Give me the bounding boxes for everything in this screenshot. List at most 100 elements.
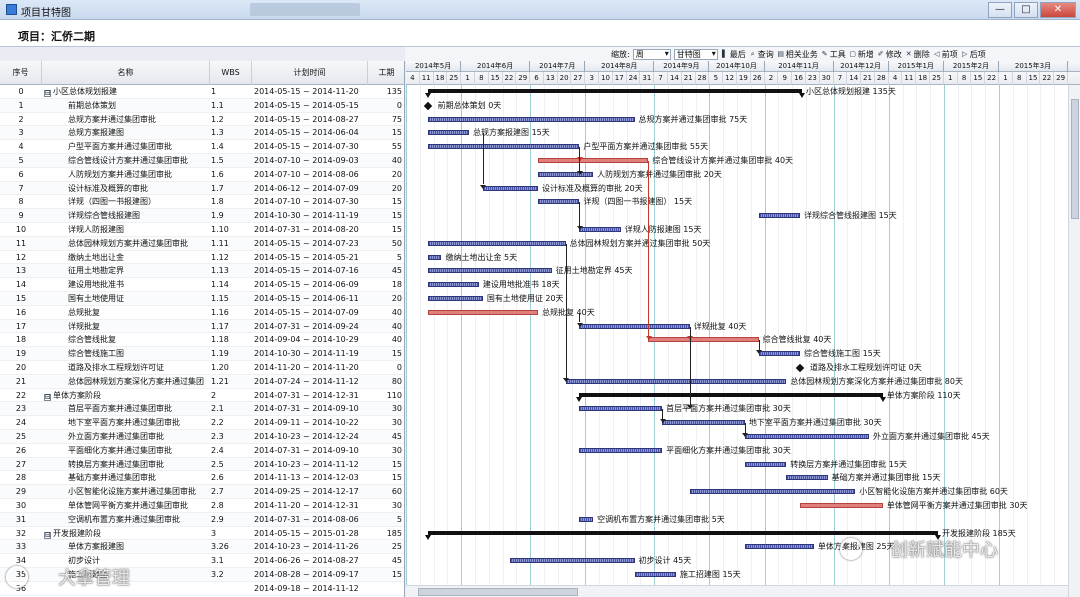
- critical-task-bar[interactable]: [648, 337, 759, 343]
- dependency-arrow: [576, 322, 583, 327]
- table-row[interactable]: 14 建设用地批准书 1.14 2014-05-15 ~ 2014-06-09 18: [0, 278, 404, 292]
- task-bar[interactable]: [786, 475, 828, 481]
- table-row[interactable]: 32 ⊟ 开发报建阶段 3 2014-05-15 ~ 2015-01-28 185: [0, 527, 404, 541]
- last-button[interactable]: ▌ 最后: [721, 49, 746, 60]
- task-bar[interactable]: [482, 185, 538, 191]
- minimize-button[interactable]: —: [988, 2, 1012, 18]
- col-header-wbs[interactable]: WBS: [210, 61, 252, 85]
- col-header-name[interactable]: 名称: [42, 61, 210, 85]
- task-bar[interactable]: [427, 254, 442, 260]
- delete-button[interactable]: ✕ 删除: [905, 49, 930, 60]
- task-bar[interactable]: [579, 323, 690, 329]
- task-bar[interactable]: [744, 544, 814, 550]
- collapse-toggle-icon[interactable]: ⊟: [44, 393, 51, 401]
- table-row[interactable]: 13 征用土地勘定界 1.13 2014-05-15 ~ 2014-07-16 45: [0, 264, 404, 279]
- summary-bar[interactable]: [427, 530, 938, 535]
- table-row[interactable]: 11 总体园林规划方案并通过集团审批 1.11 2014-05-15 ~ 2014-0…: [0, 236, 404, 251]
- col-header-time[interactable]: 计划时间: [252, 61, 368, 85]
- horizontal-scroll-thumb[interactable]: [418, 588, 578, 596]
- table-row[interactable]: 33 单体方案报建图 3.26 2014-10-23 ~ 2014-11-26 25: [0, 540, 404, 555]
- tools-button[interactable]: ✎ 工具: [821, 49, 846, 60]
- table-row[interactable]: 28 基础方案并通过集团审批 2.6 2014-11-13 ~ 2014-12-03 1…: [0, 471, 404, 486]
- table-row[interactable]: 7 设计标准及概算的审批 1.7 2014-06-12 ~ 2014-07-09 20: [0, 181, 404, 196]
- milestone-marker[interactable]: [423, 101, 432, 110]
- table-row[interactable]: 21 总体园林规划方案深化方案并通过集团 1.21 2014-07-24 ~ 2014…: [0, 374, 404, 389]
- table-row[interactable]: 4 户型平面方案并通过集团审批 1.4 2014-05-15 ~ 2014-07-30…: [0, 140, 404, 154]
- task-bar[interactable]: [758, 213, 801, 219]
- view-select[interactable]: 甘特图: [673, 48, 718, 60]
- prev-icon: ◁: [934, 50, 940, 58]
- edit-button[interactable]: ✐ 修改: [877, 49, 902, 60]
- table-row[interactable]: 15 国有土地使用证 1.15 2014-05-15 ~ 2014-06-11 20: [0, 292, 404, 306]
- task-bar[interactable]: [427, 240, 566, 246]
- task-bar[interactable]: [427, 295, 483, 301]
- task-bar[interactable]: [689, 489, 856, 495]
- task-bar[interactable]: [579, 406, 663, 412]
- task-bar[interactable]: [427, 130, 470, 136]
- add-button[interactable]: ▢ 新增: [849, 49, 873, 60]
- close-button[interactable]: ✕: [1040, 2, 1076, 18]
- table-row[interactable]: 19 综合管线施工图 1.19 2014-10-30 ~ 2014-11-19 15: [0, 347, 404, 361]
- critical-task-bar[interactable]: [538, 157, 649, 163]
- table-row[interactable]: 26 平面细化方案并通过集团审批 2.4 2014-07-31 ~ 2014-09-1…: [0, 444, 404, 458]
- table-row[interactable]: 12 缴纳土地出让金 1.12 2014-05-15 ~ 2014-05-21 5: [0, 251, 404, 265]
- table-row[interactable]: 1 前期总体策划 1.1 2014-05-15 ~ 2014-05-15 0: [0, 98, 404, 113]
- task-bar[interactable]: [579, 226, 621, 232]
- related-business-button[interactable]: ▤ 相关业务: [777, 49, 817, 60]
- table-row[interactable]: 27 转换层方案并通过集团审批 2.5 2014-10-23 ~ 2014-11-12…: [0, 457, 404, 472]
- table-row[interactable]: 24 地下室平面方案并通过集团审批 2.2 2014-09-11 ~ 2014-10-…: [0, 416, 404, 430]
- next-button[interactable]: ▷ 后项: [961, 49, 986, 60]
- task-bar[interactable]: [510, 558, 635, 564]
- table-row[interactable]: 0 ⊟ 小区总体规划报建 1 2014-05-15 ~ 2014-11-20 135: [0, 85, 404, 99]
- task-bar[interactable]: [538, 171, 594, 177]
- task-bar[interactable]: [427, 282, 479, 288]
- table-row[interactable]: 16 总规批复 1.16 2014-05-15 ~ 2014-07-09 40: [0, 306, 404, 320]
- maximize-button[interactable]: □: [1014, 2, 1038, 18]
- table-row[interactable]: 30 单体管网平衡方案并通过集团审批 2.8 2014-11-20 ~ 2014-12…: [0, 499, 404, 513]
- table-row[interactable]: 2 总规方案并通过集团审批 1.2 2014-05-15 ~ 2014-08-27 75: [0, 113, 404, 127]
- table-row[interactable]: 6 人防规划方案并通过集团审批 1.6 2014-07-10 ~ 2014-08-06…: [0, 168, 404, 182]
- task-bar[interactable]: [744, 461, 787, 467]
- milestone-marker[interactable]: [795, 363, 805, 373]
- task-bar[interactable]: [565, 378, 787, 384]
- table-row[interactable]: 5 综合管线设计方案并通过集团审批 1.5 2014-07-10 ~ 2014-09-…: [0, 154, 404, 168]
- collapse-toggle-icon[interactable]: ⊟: [44, 531, 51, 539]
- critical-task-bar[interactable]: [800, 502, 883, 508]
- query-button[interactable]: ⌕ 查询: [749, 49, 774, 60]
- task-bar[interactable]: [744, 433, 869, 439]
- table-row[interactable]: 10 详规人防报建图 1.10 2014-07-31 ~ 2014-08-20 15: [0, 223, 404, 237]
- week-label: 21: [861, 72, 875, 85]
- vertical-scrollbar[interactable]: [1068, 85, 1080, 597]
- task-bar[interactable]: [662, 420, 745, 426]
- table-row[interactable]: 8 详规（四图一书报建图） 1.8 2014-07-10 ~ 2014-07-30 15: [0, 195, 404, 210]
- col-header-days[interactable]: 工期: [368, 61, 404, 85]
- task-bar[interactable]: [427, 268, 552, 274]
- task-bar[interactable]: [579, 447, 663, 453]
- col-header-no[interactable]: 序号: [0, 61, 42, 85]
- vertical-scroll-thumb[interactable]: [1071, 99, 1079, 219]
- table-row[interactable]: 20 道路及排水工程规划许可证 1.20 2014-11-20 ~ 2014-11-2…: [0, 361, 404, 375]
- cell-plan-time: 2014-07-31 ~ 2014-09-10: [254, 445, 359, 455]
- critical-task-bar[interactable]: [427, 309, 538, 315]
- task-bar[interactable]: [758, 351, 801, 357]
- table-row[interactable]: 25 外立面方案并通过集团审批 2.3 2014-10-23 ~ 2014-12-24…: [0, 430, 404, 444]
- table-row[interactable]: 9 详规综合管线报建图 1.9 2014-10-30 ~ 2014-11-19 15: [0, 209, 404, 223]
- zoom-select[interactable]: 周: [632, 48, 671, 60]
- summary-bar[interactable]: [579, 392, 883, 397]
- table-row[interactable]: 31 空调机布置方案并通过集团审批 2.9 2014-07-31 ~ 2014-08-…: [0, 512, 404, 527]
- task-bar[interactable]: [634, 571, 676, 577]
- table-row[interactable]: 17 详规批复 1.17 2014-07-31 ~ 2014-09-24 40: [0, 319, 404, 334]
- task-bar[interactable]: [427, 144, 580, 150]
- task-bar[interactable]: [579, 516, 594, 522]
- table-row[interactable]: 22 ⊟ 单体方案阶段 2 2014-07-31 ~ 2014-12-31 110: [0, 389, 404, 403]
- task-bar[interactable]: [538, 199, 580, 205]
- table-row[interactable]: 3 总规方案报建图 1.3 2014-05-15 ~ 2014-06-04 15: [0, 126, 404, 141]
- task-bar[interactable]: [427, 116, 635, 122]
- collapse-toggle-icon[interactable]: ⊟: [44, 90, 51, 97]
- table-row[interactable]: 23 首层平面方案并通过集团审批 2.1 2014-07-31 ~ 2014-09-1…: [0, 402, 404, 417]
- prev-button[interactable]: ◁ 前项: [933, 49, 958, 60]
- table-row[interactable]: 29 小区智能化设施方案并通过集团审批 2.7 2014-09-25 ~ 2014-1…: [0, 485, 404, 499]
- horizontal-scrollbar[interactable]: [406, 585, 1068, 597]
- summary-bar[interactable]: [427, 88, 803, 93]
- table-row[interactable]: 18 综合管线批复 1.18 2014-09-04 ~ 2014-10-29 40: [0, 333, 404, 348]
